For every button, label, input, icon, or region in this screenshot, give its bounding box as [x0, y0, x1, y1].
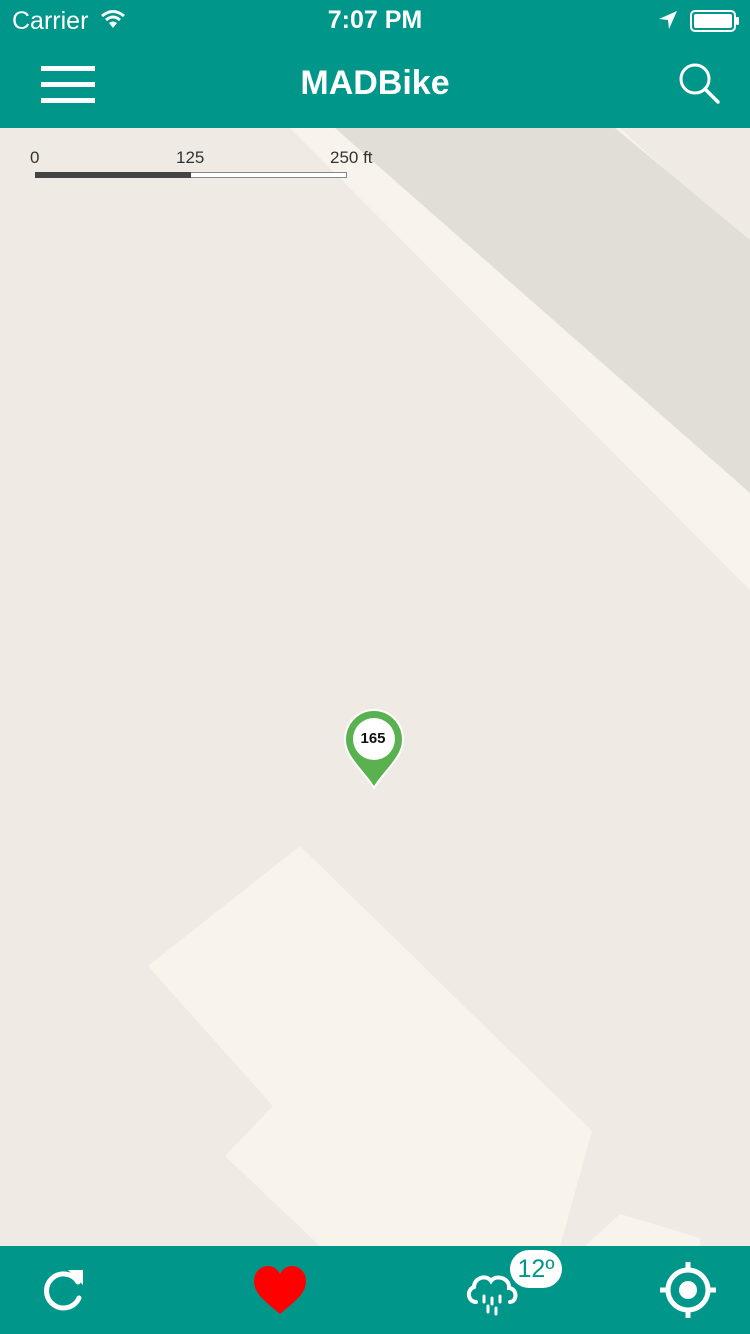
- bottom-toolbar: 12º: [0, 1246, 750, 1334]
- weather-button[interactable]: 12º: [460, 1246, 570, 1334]
- battery-icon: [690, 10, 740, 37]
- status-bar: Carrier 7:07 PM: [0, 0, 750, 40]
- map-scale-bar: 0 125 250 ft: [30, 148, 390, 188]
- map-view[interactable]: 0 125 250 ft 165: [0, 128, 750, 1246]
- scale-label-start: 0: [30, 148, 40, 167]
- heart-icon[interactable]: [248, 1246, 312, 1334]
- refresh-icon[interactable]: [30, 1246, 94, 1334]
- scale-fill: [35, 172, 191, 178]
- page-title: MADBike: [300, 64, 450, 102]
- location-arrow-icon: [658, 10, 678, 35]
- scale-label-mid: 125: [176, 148, 205, 167]
- crosshair-icon[interactable]: [656, 1246, 720, 1334]
- scale-label-end: 250 ft: [330, 148, 373, 167]
- station-bike-count: 165: [360, 730, 386, 747]
- nav-bar: MADBike: [0, 40, 750, 128]
- weather-temperature-badge: 12º: [510, 1250, 562, 1288]
- status-time: 7:07 PM: [327, 6, 423, 34]
- search-icon[interactable]: [676, 60, 724, 108]
- map-pin-icon: [343, 708, 405, 791]
- map-background: [0, 128, 750, 1246]
- station-marker[interactable]: 165: [343, 708, 405, 791]
